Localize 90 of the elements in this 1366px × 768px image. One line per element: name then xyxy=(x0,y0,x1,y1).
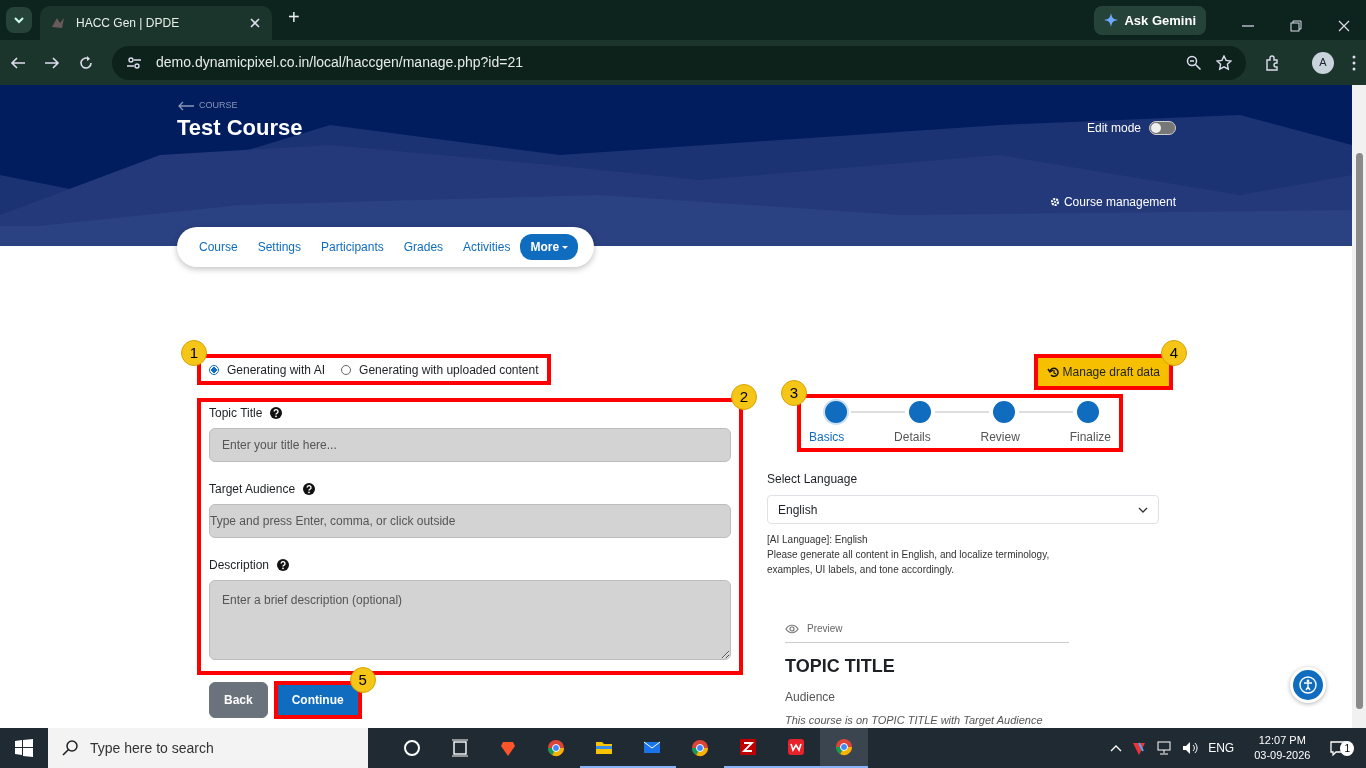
reload-icon[interactable] xyxy=(78,54,94,71)
accessibility-icon xyxy=(1299,676,1317,694)
circle-icon[interactable] xyxy=(403,739,421,757)
back-button[interactable]: Back xyxy=(209,682,268,718)
browser-icon[interactable] xyxy=(835,738,853,756)
more-icon[interactable] xyxy=(1352,54,1356,71)
browser-tab[interactable]: HACC Gen | DPDE xyxy=(40,6,272,40)
step-label[interactable]: Basics xyxy=(809,428,845,446)
restore-icon[interactable] xyxy=(1290,20,1302,32)
input-language[interactable]: ENG xyxy=(1208,739,1235,757)
history-icon xyxy=(1046,366,1059,378)
taskbar-search-field[interactable]: Type here to search xyxy=(48,728,368,768)
annotation-badge: 4 xyxy=(1161,340,1187,366)
course-title: Test Course xyxy=(177,114,303,141)
text-field[interactable]: Enter your title here... xyxy=(209,428,731,462)
annotation-badge: 3 xyxy=(781,380,807,406)
chevron-down-icon xyxy=(1138,506,1148,513)
volume-icon[interactable] xyxy=(1182,740,1199,756)
select-value: English xyxy=(778,501,818,519)
ask-gemini-button[interactable]: Ask Gemini xyxy=(1094,5,1206,35)
step-label[interactable]: Finalize xyxy=(1069,428,1111,446)
shield-icon[interactable] xyxy=(499,739,517,757)
language-note: [AI Language]: English xyxy=(767,533,869,547)
tab-list-button[interactable] xyxy=(6,7,32,33)
star-icon[interactable] xyxy=(1216,54,1232,71)
field-label: Target Audience xyxy=(209,481,296,498)
language-select[interactable]: English xyxy=(767,495,1159,524)
windows-icon xyxy=(15,739,33,757)
tab-title: HACC Gen | DPDE xyxy=(76,15,181,32)
site-settings-icon[interactable] xyxy=(126,54,142,71)
extensions-icon[interactable] xyxy=(1264,54,1280,71)
preview-title: TOPIC TITLE xyxy=(785,655,896,678)
arrow-icon xyxy=(177,100,195,111)
address-bar[interactable]: demo.dynamicpixel.co.in/local/haccgen/manage.php?id=21 xyxy=(112,45,1246,80)
scrollbar-thumb[interactable] xyxy=(1356,153,1363,709)
description-field[interactable]: Enter a brief description (optional) xyxy=(209,580,731,660)
notification-button[interactable]: 1 xyxy=(1330,740,1354,756)
app-icon[interactable] xyxy=(1132,740,1147,756)
field-label: Select Language xyxy=(767,471,859,488)
help-icon[interactable] xyxy=(270,407,283,419)
manage-draft-button[interactable]: Manage draft data xyxy=(1037,358,1169,386)
help-icon[interactable] xyxy=(277,559,290,571)
annotation-badge: 5 xyxy=(349,667,376,693)
accessibility-button[interactable] xyxy=(1290,667,1326,703)
url-text: demo.dynamicpixel.co.in/local/haccgen/manage.php?id=21 xyxy=(156,53,524,72)
notification-count: 1 xyxy=(1340,741,1354,756)
app-icon[interactable] xyxy=(739,738,757,756)
forward-icon[interactable] xyxy=(44,54,60,71)
back-icon[interactable] xyxy=(10,54,26,71)
language-note: Please generate all content in English, and localize terminology, examples, UI labels, and tone accordingly. xyxy=(767,548,1051,577)
course-nav-tab[interactable]: Settings xyxy=(247,234,312,260)
edit-mode-label: Edit mode xyxy=(1086,119,1141,137)
task-view-icon[interactable] xyxy=(451,739,469,757)
network-icon[interactable] xyxy=(1156,740,1173,756)
preview-label: Preview xyxy=(785,621,1069,643)
course-nav-tab[interactable]: Grades xyxy=(393,234,454,260)
course-nav-tab[interactable]: Course xyxy=(189,234,248,260)
field-label: Description xyxy=(209,557,270,574)
radio-option[interactable]: Generating with uploaded content xyxy=(341,360,539,379)
close-icon[interactable] xyxy=(1338,20,1350,32)
close-icon[interactable] xyxy=(248,16,262,30)
help-icon[interactable] xyxy=(303,483,316,495)
sparkle-icon xyxy=(1104,13,1119,28)
radio-option[interactable]: Generating with AI xyxy=(209,360,326,379)
course-nav-tab[interactable]: More xyxy=(520,234,579,260)
course-nav-tab[interactable]: Participants xyxy=(311,234,394,260)
step-label[interactable]: Details xyxy=(894,428,931,446)
profile-avatar[interactable]: A xyxy=(1312,51,1334,74)
annotation-badge: 1 xyxy=(181,340,207,366)
text-field[interactable]: Type and press Enter, comma, or click outside xyxy=(209,504,731,538)
browser-icon[interactable] xyxy=(547,739,565,757)
clock-time[interactable]: 12:07 PM xyxy=(1254,733,1311,748)
step-label[interactable]: Review xyxy=(980,428,1020,446)
preview-audience: Audience xyxy=(785,689,837,706)
clock-date[interactable]: 03-09-2026 xyxy=(1254,748,1311,763)
app-icon[interactable] xyxy=(787,738,805,756)
zoom-icon[interactable] xyxy=(1186,54,1202,71)
course-nav-tab[interactable]: Activities xyxy=(453,234,521,260)
browser-icon[interactable] xyxy=(691,739,709,757)
new-tab-button[interactable]: + xyxy=(288,2,300,32)
annotation-badge: 2 xyxy=(731,384,757,410)
back-link[interactable]: COURSE xyxy=(177,99,1176,113)
gear-icon xyxy=(1049,196,1060,207)
course-management-link[interactable]: Course management xyxy=(177,192,1176,211)
preview-summary: This course is on TOPIC TITLE with Target Audience xyxy=(785,713,1044,728)
search-icon xyxy=(62,740,78,756)
eye-icon xyxy=(785,622,799,635)
chevron-up-icon[interactable] xyxy=(1110,744,1123,752)
field-label: Topic Title xyxy=(209,405,263,422)
continue-button[interactable]: Continue xyxy=(277,685,358,715)
